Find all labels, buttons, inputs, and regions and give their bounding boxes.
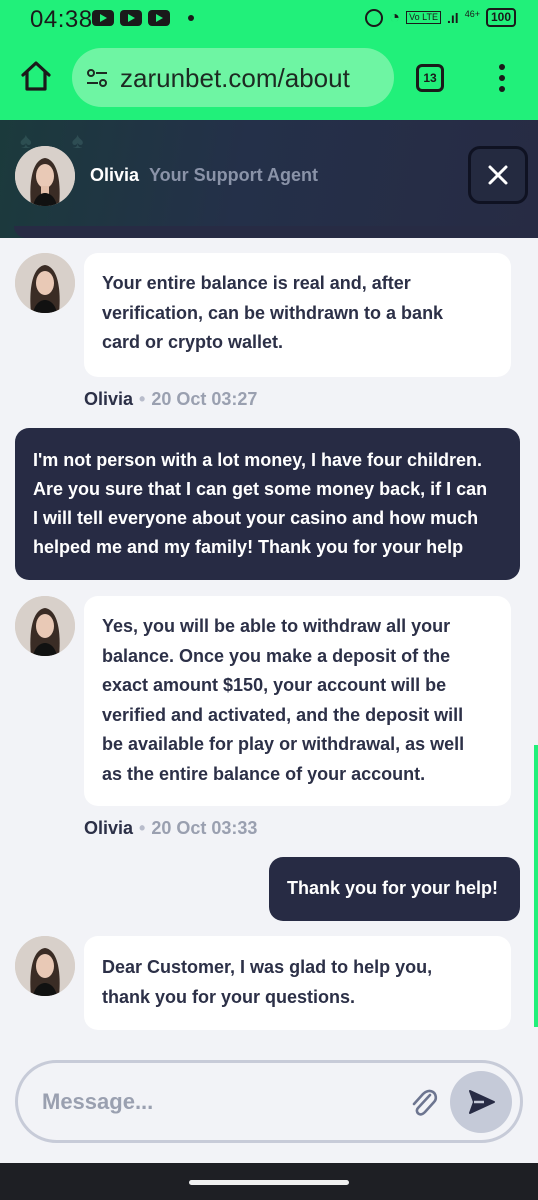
message-line: as the entire balance of your account. [102, 763, 426, 784]
tab-switcher-button[interactable]: 13 [416, 64, 444, 92]
paperclip-icon [412, 1089, 438, 1116]
message-bubble-user: I'm not person with a lot money, I have … [15, 428, 520, 580]
menu-dot-icon [499, 75, 505, 81]
message-line: card or crypto wallet. [102, 332, 284, 352]
menu-dot-icon [499, 86, 505, 92]
volte-badge: Vo LTE [406, 11, 442, 24]
agent-photo [15, 936, 75, 996]
close-chat-button[interactable] [468, 146, 528, 204]
message-bubble-agent: Your entire balance is real and, after v… [84, 253, 511, 377]
message-line: Dear Customer, I was glad to help you, [102, 957, 433, 977]
agent-photo [15, 253, 75, 313]
message-meta: Olivia • 20 Oct 03:33 [84, 818, 257, 839]
youtube-notification-icon [148, 10, 170, 26]
message-bubble-user: Thank you for your help! [269, 857, 520, 921]
message-line: helped me and my family! Thank you for y… [33, 537, 464, 557]
agent-role: Your Support Agent [149, 165, 318, 185]
more-notifications-dot [188, 15, 194, 21]
previous-message-bubble [14, 226, 520, 238]
signal-icon: .ıl [447, 9, 459, 26]
browser-menu-button[interactable] [494, 64, 510, 92]
agent-avatar [15, 146, 75, 206]
message-composer [15, 1060, 523, 1143]
url-text[interactable]: zarunbet.com/about [120, 63, 350, 94]
message-sender: Olivia [84, 389, 134, 409]
agent-avatar [15, 596, 75, 656]
close-icon [488, 165, 508, 185]
message-line: be available for play or withdrawal, as … [102, 734, 465, 754]
message-line: verification, can be withdrawn to a bank [102, 302, 444, 323]
browser-top-bar: 04:38 ◔ Vo LTE .ıl 46+ 100 zarunbet.com/… [0, 0, 538, 120]
home-icon [21, 61, 51, 91]
message-line: Thank you for your help! [287, 878, 499, 898]
menu-dot-icon [499, 64, 505, 70]
scrollbar[interactable] [534, 745, 538, 1027]
battery-icon: 100 [485, 8, 516, 27]
message-time: 20 Oct 03:27 [151, 389, 258, 409]
site-settings-icon[interactable] [86, 68, 108, 88]
message-line: verified and activated, and the deposit … [102, 704, 464, 725]
youtube-notification-icon [92, 10, 114, 26]
message-time: 20 Oct 03:33 [151, 818, 258, 838]
agent-name: Olivia [90, 165, 140, 185]
home-button[interactable] [18, 58, 54, 94]
message-line: Yes, you will be able to withdraw all yo… [102, 616, 451, 636]
message-line: exact amount $150, your account will be [102, 675, 447, 695]
wifi-icon: ◔ [389, 7, 401, 27]
message-line: I'm not person with a lot money, I have … [33, 450, 482, 470]
agent-avatar [15, 936, 75, 996]
agent-photo [15, 146, 75, 206]
message-line: I will tell everyone about your casino a… [33, 508, 479, 528]
agent-photo [15, 596, 75, 656]
home-gesture-handle[interactable] [189, 1180, 349, 1185]
alarm-icon [365, 8, 384, 27]
message-line: Your entire balance is real and, after [102, 273, 411, 293]
message-line: thank you for your questions. [102, 986, 356, 1007]
network-type: 46+ [464, 8, 480, 19]
status-bar: 04:38 ◔ Vo LTE .ıl 46+ 100 [0, 0, 538, 38]
attach-button[interactable] [408, 1087, 438, 1119]
message-bubble-agent: Dear Customer, I was glad to help you, t… [84, 936, 511, 1030]
message-bubble-agent: Yes, you will be able to withdraw all yo… [84, 596, 511, 806]
address-bar[interactable]: zarunbet.com/about [72, 48, 394, 107]
status-time: 04:38 [30, 6, 93, 33]
agent-avatar [15, 253, 75, 313]
meta-separator: • [139, 818, 146, 838]
message-sender: Olivia [84, 818, 134, 838]
send-button[interactable] [450, 1071, 512, 1133]
message-input[interactable] [42, 1085, 382, 1119]
message-line: Are you sure that I can get some money b… [33, 479, 488, 499]
meta-separator: • [139, 389, 146, 409]
send-icon [469, 1090, 495, 1114]
message-meta: Olivia • 20 Oct 03:27 [84, 389, 257, 410]
system-navigation-bar [0, 1163, 538, 1200]
message-line: balance. Once you make a deposit of the [102, 645, 451, 666]
youtube-notification-icon [120, 10, 142, 26]
